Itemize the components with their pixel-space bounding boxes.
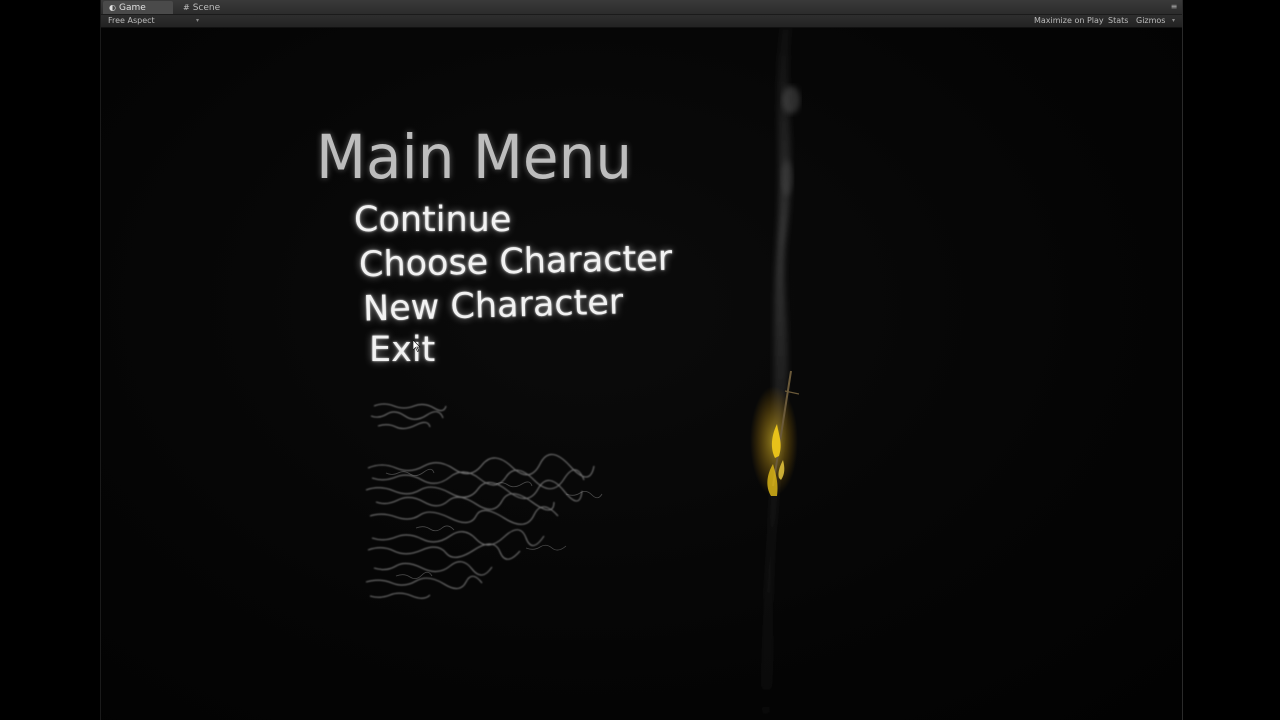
game-viewport[interactable]: Main Menu Continue Choose Character New … xyxy=(101,28,1182,720)
mouse-cursor-icon xyxy=(413,340,421,352)
tab-game[interactable]: ◐ Game xyxy=(103,1,173,14)
maximize-on-play-toggle[interactable]: Maximize on Play xyxy=(1034,15,1104,27)
tab-options-icon[interactable]: ≡ xyxy=(1170,2,1178,11)
gizmos-chevron-icon: ▾ xyxy=(1172,17,1176,24)
water-reflection-effect xyxy=(365,403,603,599)
gizmos-dropdown[interactable]: Gizmos xyxy=(1136,15,1165,27)
menu-continue-button[interactable]: Continue xyxy=(354,200,511,240)
grid-icon: # xyxy=(183,3,190,12)
stats-toggle[interactable]: Stats xyxy=(1108,15,1128,27)
tab-scene-label: Scene xyxy=(192,3,221,13)
aspect-dropdown[interactable]: Free Aspect xyxy=(108,15,155,27)
game-controller-icon: ◐ xyxy=(109,3,116,12)
unity-editor-window: ◐ Game # Scene ≡ Free Aspect ▾ Maximize on… xyxy=(100,0,1183,720)
tab-scene[interactable]: # Scene xyxy=(177,1,237,14)
menu-choose-character-button[interactable]: Choose Character xyxy=(359,239,673,286)
editor-tab-bar: ◐ Game # Scene ≡ xyxy=(101,0,1182,15)
main-menu-title: Main Menu xyxy=(316,121,633,193)
chevron-down-icon: ▾ xyxy=(196,17,200,24)
game-view-toolbar: Free Aspect ▾ Maximize on Play Stats Giz… xyxy=(101,15,1182,28)
tab-game-label: Game xyxy=(118,3,146,13)
menu-exit-button[interactable]: Exit xyxy=(369,330,435,370)
torch-fire-icon xyxy=(750,370,799,496)
menu-new-character-button[interactable]: New Character xyxy=(362,282,623,329)
